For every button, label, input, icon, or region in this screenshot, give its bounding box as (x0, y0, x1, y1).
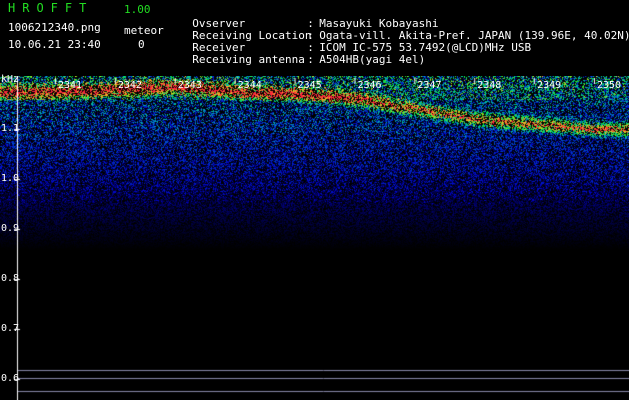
app-name: HROFFT (8, 1, 94, 15)
y-tick-label: 0.6 (1, 373, 20, 384)
y-tick-label: 1.0 (1, 173, 20, 184)
spectrogram (0, 76, 629, 400)
info-sep: : (307, 53, 314, 66)
x-tick-label: 2343 (177, 80, 202, 91)
meteor-count: 0 (138, 38, 145, 51)
y-tick-label: 0.9 (1, 223, 20, 234)
app-version: 1.00 (124, 3, 151, 16)
x-tick-label: 2342 (117, 80, 142, 91)
x-tick-label: 2349 (537, 80, 562, 91)
filename: 1006212340.png (8, 21, 101, 34)
x-tick-label: 2346 (357, 80, 382, 91)
x-tick-label: 2344 (237, 80, 262, 91)
y-tick-label: 1.1 (1, 123, 20, 134)
x-tick-label: 2348 (477, 80, 502, 91)
y-axis-unit: kHz (1, 74, 20, 85)
info-key: Receiving antenna (192, 53, 305, 66)
y-tick-label: 0.8 (1, 273, 20, 284)
y-tick-label: 0.7 (1, 323, 20, 334)
meteor-label: meteor (124, 24, 164, 37)
x-tick-label: 2345 (297, 80, 322, 91)
x-tick-label: 2347 (417, 80, 442, 91)
x-tick-label: 2341 (58, 80, 83, 91)
x-tick-label: 2350 (597, 80, 622, 91)
datetime: 10.06.21 23:40 (8, 38, 101, 51)
info-row-antenna: Receiving antenna: A504HB(yagi 4el) (179, 40, 425, 66)
info-value: A504HB(yagi 4el) (319, 53, 426, 66)
